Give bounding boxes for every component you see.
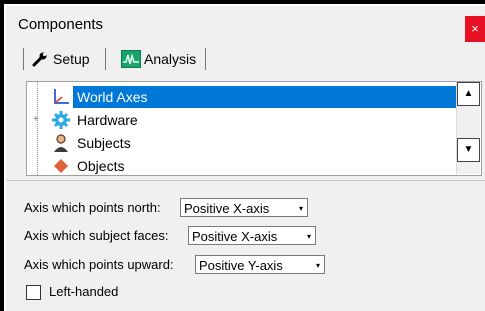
north-axis-select[interactable]: Positive X-axis ▾ bbox=[180, 198, 308, 217]
window-frame-top bbox=[0, 0, 485, 4]
tree-item-label: Hardware bbox=[77, 112, 138, 128]
tab-setup[interactable]: Setup bbox=[32, 46, 90, 72]
tab-analysis-label: Analysis bbox=[144, 51, 197, 67]
tree-guide-line bbox=[37, 82, 39, 175]
tree-item-objects[interactable]: Objects bbox=[51, 155, 128, 175]
gear-icon bbox=[51, 110, 71, 130]
component-tree[interactable]: World Axes + Hardware Subjects Objects bbox=[26, 81, 482, 176]
tree-scrollbar[interactable]: ▲ ▼ bbox=[456, 82, 480, 174]
tree-item-label: Subjects bbox=[77, 135, 131, 151]
upward-axis-value: Positive Y-axis bbox=[199, 258, 283, 273]
tab-analysis[interactable]: Analysis bbox=[121, 46, 196, 72]
expand-toggle[interactable]: + bbox=[33, 114, 39, 125]
chevron-down-icon: ▾ bbox=[298, 204, 303, 213]
north-axis-label: Axis which points north: bbox=[24, 200, 161, 215]
axes-icon bbox=[51, 87, 71, 107]
tree-item-label: World Axes bbox=[73, 86, 461, 108]
scroll-up-button[interactable]: ▲ bbox=[457, 82, 480, 106]
tree-item-subjects[interactable]: Subjects bbox=[51, 132, 135, 154]
tree-item-world-axes[interactable]: World Axes bbox=[51, 86, 461, 108]
object-icon bbox=[51, 156, 71, 175]
tab-divider bbox=[23, 48, 24, 70]
tab-setup-label: Setup bbox=[53, 51, 90, 67]
tree-item-hardware[interactable]: Hardware bbox=[51, 109, 142, 131]
window-frame-left bbox=[0, 0, 4, 311]
upward-axis-label: Axis which points upward: bbox=[24, 257, 174, 272]
section-divider bbox=[6, 180, 485, 181]
panel-title: Components bbox=[18, 16, 104, 33]
left-handed-checkbox[interactable] bbox=[26, 285, 41, 300]
tab-divider bbox=[205, 48, 206, 70]
close-button[interactable]: × bbox=[465, 16, 485, 42]
chevron-down-icon: ▾ bbox=[315, 261, 320, 270]
scroll-down-button[interactable]: ▼ bbox=[457, 138, 480, 162]
wrench-icon bbox=[32, 51, 48, 67]
faces-axis-label: Axis which subject faces: bbox=[24, 228, 169, 243]
upward-axis-select[interactable]: Positive Y-axis ▾ bbox=[195, 255, 325, 274]
north-axis-value: Positive X-axis bbox=[184, 201, 270, 216]
chevron-down-icon: ▾ bbox=[306, 232, 311, 241]
person-icon bbox=[51, 133, 71, 153]
waveform-icon bbox=[121, 50, 141, 68]
left-handed-label: Left-handed bbox=[49, 284, 119, 299]
tab-divider bbox=[105, 48, 106, 70]
faces-axis-value: Positive X-axis bbox=[192, 229, 278, 244]
tree-item-label: Objects bbox=[77, 158, 125, 174]
faces-axis-select[interactable]: Positive X-axis ▾ bbox=[188, 226, 316, 245]
